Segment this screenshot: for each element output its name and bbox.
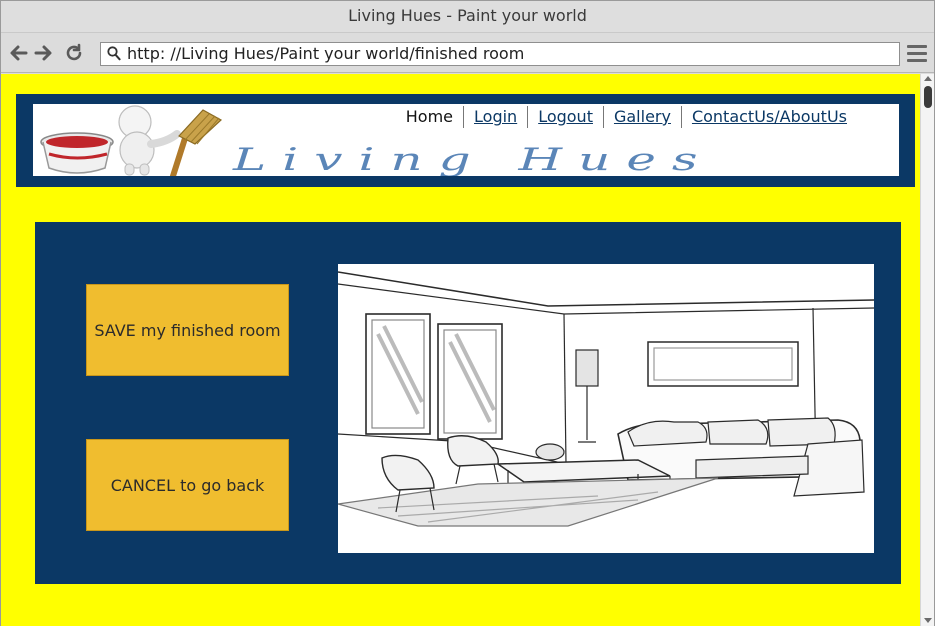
save-room-button[interactable]: SAVE my finished room — [86, 284, 289, 376]
page-viewport: Living Hues Home Login Logout Gallery Co… — [1, 74, 934, 626]
finished-room-image — [338, 264, 874, 553]
address-bar[interactable]: http: //Living Hues/Paint your world/fin… — [100, 42, 900, 66]
browser-window: Living Hues - Paint your world http: //L… — [0, 0, 935, 626]
nav-logout-link[interactable]: Logout — [527, 106, 603, 128]
finished-room-panel: SAVE my finished room CANCEL to go back — [35, 222, 901, 584]
scroll-up-icon[interactable] — [924, 76, 932, 81]
painter-mascot-logo — [37, 104, 247, 176]
cancel-button[interactable]: CANCEL to go back — [86, 439, 289, 531]
nav-login-link[interactable]: Login — [463, 106, 527, 128]
back-icon[interactable] — [7, 42, 29, 64]
url-text: http: //Living Hues/Paint your world/fin… — [127, 44, 525, 63]
brand-wordmark: Living Hues — [233, 141, 714, 176]
nav-home-link[interactable]: Home — [396, 106, 463, 128]
nav-contact-about-link[interactable]: ContactUs/AboutUs — [680, 106, 857, 128]
header-banner: Living Hues Home Login Logout Gallery Co… — [33, 104, 899, 176]
forward-icon[interactable] — [33, 42, 55, 64]
window-title: Living Hues - Paint your world — [1, 1, 934, 33]
site-nav: Home Login Logout Gallery ContactUs/Abou… — [396, 106, 857, 128]
scroll-thumb[interactable] — [924, 86, 932, 108]
hamburger-menu-icon[interactable] — [907, 45, 927, 63]
search-icon — [107, 46, 121, 62]
nav-gallery-link[interactable]: Gallery — [602, 106, 681, 128]
site-header: Living Hues Home Login Logout Gallery Co… — [16, 94, 915, 187]
reload-icon[interactable] — [63, 42, 85, 64]
browser-toolbar: http: //Living Hues/Paint your world/fin… — [1, 34, 934, 73]
page-scrollbar[interactable] — [920, 74, 934, 626]
scroll-down-icon[interactable] — [924, 618, 932, 623]
